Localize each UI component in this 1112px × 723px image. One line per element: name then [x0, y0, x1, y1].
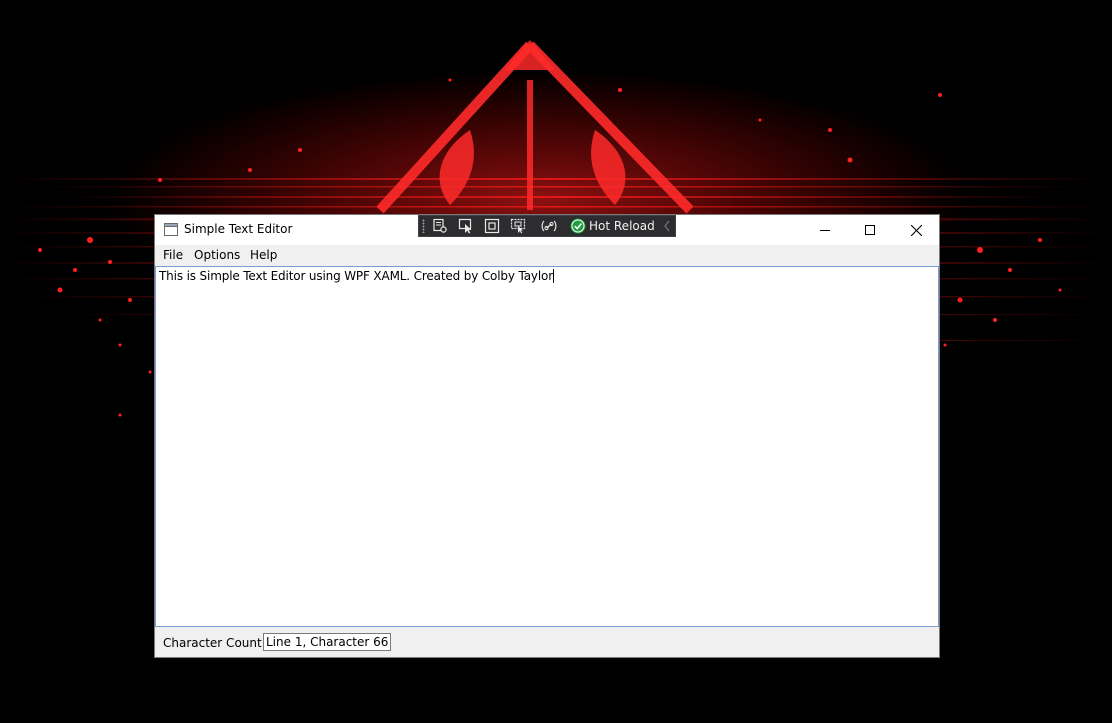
binding-failures-icon[interactable]	[539, 217, 559, 235]
editor-content[interactable]: This is Simple Text Editor using WPF XAM…	[159, 269, 555, 283]
minimize-icon	[820, 230, 830, 231]
close-icon	[910, 224, 922, 236]
close-button[interactable]	[893, 215, 939, 245]
maximize-button[interactable]	[847, 215, 893, 245]
green-check-icon	[570, 218, 586, 234]
live-visual-tree-icon[interactable]	[430, 217, 450, 235]
collapse-toolbar-icon[interactable]	[662, 218, 672, 234]
window-title: Simple Text Editor	[184, 222, 293, 236]
status-bar: Character Count: Line 1, Character 66	[155, 627, 939, 657]
toolbar-grip-handle[interactable]	[422, 219, 425, 233]
text-editor-area[interactable]: This is Simple Text Editor using WPF XAM…	[155, 266, 939, 627]
app-window: Simple Text Editor Hot Reload File Optio…	[155, 215, 939, 657]
minimize-button[interactable]	[802, 215, 848, 245]
hot-reload-label[interactable]: Hot Reload	[589, 219, 655, 233]
app-icon	[164, 223, 178, 236]
menu-options[interactable]: Options	[194, 248, 240, 262]
menu-help[interactable]: Help	[250, 248, 277, 262]
text-caret	[553, 269, 555, 283]
title-bar[interactable]: Simple Text Editor Hot Reload	[155, 215, 939, 245]
character-count-label: Character Count:	[163, 636, 266, 650]
hot-reload-toolbar: Hot Reload	[418, 215, 676, 237]
menu-bar: File Options Help	[155, 245, 939, 266]
select-element-icon[interactable]	[456, 217, 476, 235]
desktop: Simple Text Editor Hot Reload File Optio…	[0, 0, 1112, 723]
display-layout-adorners-icon[interactable]	[482, 217, 502, 235]
track-focused-element-icon[interactable]	[508, 217, 528, 235]
editor-text: This is Simple Text Editor using WPF XAM…	[159, 269, 554, 283]
menu-file[interactable]: File	[163, 248, 183, 262]
maximize-icon	[865, 225, 875, 235]
character-count-value: Line 1, Character 66	[263, 633, 392, 651]
